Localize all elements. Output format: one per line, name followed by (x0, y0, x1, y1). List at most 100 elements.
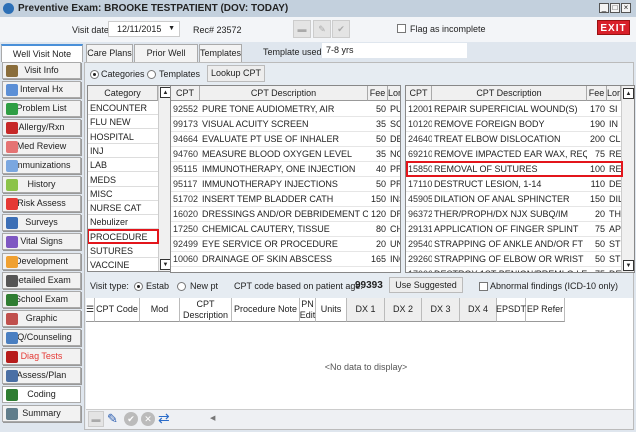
column-header-pn-edit[interactable]: PN Edit (300, 298, 316, 322)
column-header-dx-2[interactable]: DX 2 (385, 298, 422, 322)
cpt-row[interactable]: 51702INSERT TEMP BLADDER CATH 150 INS (171, 192, 400, 207)
cpt-row[interactable]: 95115 IMMUNOTHERAPY, ONE INJECTION 40 PR (171, 162, 400, 177)
minus-icon[interactable]: ▬ (293, 20, 311, 38)
column-header-fee[interactable]: Fee (368, 86, 388, 101)
sidebar-item-graphic[interactable]: Graphic (2, 309, 81, 327)
row-selector-icon[interactable]: ☰ (86, 298, 95, 322)
category-item[interactable]: MEDS (88, 173, 158, 187)
sidebar-item-coding[interactable]: Coding (2, 385, 81, 403)
check-icon[interactable]: ✔ (124, 412, 138, 426)
cpt-row[interactable]: 29260 STRAPPING OF ELBOW OR WRIST 50 ST (406, 252, 621, 267)
visit-date-field[interactable]: 12/11/2015 ▼ (108, 21, 180, 37)
cpt-row[interactable]: 96372 THER/PROPH/DX NJX SUBQ/IM 20 TH (406, 207, 621, 222)
scroll-down-arrow[interactable]: ▼ (623, 260, 634, 271)
column-header-dx-4[interactable]: DX 4 (460, 298, 497, 322)
minus-icon[interactable]: ▬ (88, 411, 104, 427)
category-item[interactable]: ENCOUNTER (88, 101, 158, 115)
sidebar-item-risk-assess[interactable]: Risk Assess (2, 195, 81, 213)
category-item[interactable]: INJ (88, 144, 158, 158)
cancel-icon[interactable]: ✕ (141, 412, 155, 426)
categories-radio[interactable] (90, 70, 99, 79)
check-icon[interactable]: ✔ (332, 20, 350, 38)
chevron-down-icon[interactable]: ▼ (168, 22, 175, 36)
cpt-row[interactable]: 94760MEASURE BLOOD OXYGEN LEVEL 35 NO (171, 147, 400, 162)
new-pt-radio[interactable] (177, 282, 186, 291)
cpt-row[interactable]: 17250CHEMICAL CAUTERY, TISSUE 80 CH (171, 222, 400, 237)
column-header-dx-1[interactable]: DX 1 (347, 298, 385, 322)
sidebar-item-summary[interactable]: Summary (2, 404, 81, 422)
cpt-row[interactable]: 94664EVALUATE PT USE OF INHALER 50 DE (171, 132, 400, 147)
exit-button[interactable]: EXIT (597, 20, 630, 35)
sidebar-item-problem-list[interactable]: Problem List (2, 100, 81, 118)
column-header-desc[interactable]: CPT Description (200, 86, 368, 101)
cpt-row[interactable]: 69210 REMOVE IMPACTED EAR WAX, REQ 75 RE (406, 147, 621, 162)
cpt-row[interactable]: 29540 STRAPPING OF ANKLE AND/OR FT 50 ST (406, 237, 621, 252)
cpt-row[interactable]: 17000DESTROY 1ST BENIGN/PREMLG LESION75D… (406, 267, 621, 272)
column-header-procedure-note[interactable]: Procedure Note (232, 298, 300, 322)
cpt-row[interactable]: 95117 IMMUNOTHERAPY INJECTIONS 50 PR (171, 177, 400, 192)
category-item[interactable]: LAB (88, 158, 158, 173)
tab-templates[interactable]: Templates (199, 44, 242, 62)
sidebar-item-aq-counseling[interactable]: AQ/Counseling (2, 328, 81, 346)
cpt-scrollbar[interactable]: ▲ ▼ (621, 86, 634, 272)
close-button[interactable]: × (621, 3, 631, 13)
sidebar-item-detailed-exam[interactable]: Detailed Exam (2, 271, 81, 289)
scroll-up-arrow[interactable]: ▲ (623, 88, 634, 99)
sidebar-item-vital-signs[interactable]: Vital Signs (2, 233, 81, 251)
tab-well-visit-note-editor[interactable]: Well Visit Note Editor (1, 44, 83, 76)
column-header-cpt-code[interactable]: CPT Code (95, 298, 140, 322)
tab-care-plans[interactable]: Care Plans (86, 44, 133, 62)
cpt-row[interactable]: 16020 DRESSINGS AND/OR DEBRIDEMENT OF 120 D… (171, 207, 400, 222)
sidebar-item-surveys[interactable]: Surveys (2, 214, 81, 232)
sidebar-item-diag-tests[interactable]: Diag Tests (2, 347, 81, 365)
sidebar-item-allergy-rxn[interactable]: Allergy/Rxn (2, 119, 81, 137)
sidebar-item-school-exam[interactable]: School Exam (2, 290, 81, 308)
category-item[interactable]: SUTURES (88, 244, 158, 258)
pencil-icon[interactable]: ✎ (313, 20, 331, 38)
templates-radio[interactable] (147, 70, 156, 79)
category-item[interactable]: MISC (88, 187, 158, 201)
abnormal-findings-checkbox[interactable] (479, 282, 488, 291)
column-header-mod[interactable]: Mod (140, 298, 180, 322)
cpt-row[interactable]: 29131 APPLICATION OF FINGER SPLINT 75 AP (406, 222, 621, 237)
column-header-lor[interactable]: Lor (607, 86, 621, 101)
category-item[interactable]: VACCINE (88, 258, 158, 271)
category-item[interactable]: Nebulizer (88, 215, 158, 230)
cpt-row[interactable]: 10060DRAINAGE OF SKIN ABSCESS 165 INC (171, 252, 400, 267)
column-header-units[interactable]: Units (316, 298, 347, 322)
column-header-cpt[interactable]: CPT (171, 86, 200, 101)
column-header-fee[interactable]: Fee (587, 86, 607, 101)
category-header[interactable]: Category (88, 86, 158, 101)
sidebar-item-assess-plan[interactable]: Assess/Plan (2, 366, 81, 384)
sidebar-item-med-review[interactable]: Med Review (2, 138, 81, 156)
estab-radio[interactable] (134, 282, 143, 291)
column-header-dx-3[interactable]: DX 3 (422, 298, 460, 322)
cpt-row[interactable]: 45905DILATION OF ANAL SPHINCTER 150 DIL (406, 192, 621, 207)
minimize-button[interactable]: _ (599, 3, 609, 13)
column-header-lor[interactable]: Lor (388, 86, 400, 101)
sidebar-item-history[interactable]: History (2, 176, 81, 194)
category-item[interactable]: HOSPITAL (88, 130, 158, 144)
cpt-row[interactable]: 17110 DESTRUCT LESION, 1-14 110 DE (406, 177, 621, 192)
sidebar-item-interval-hx[interactable]: Interval Hx (2, 81, 81, 99)
cpt-row[interactable]: 12001 REPAIR SUPERFICIAL WOUND(S) 170 SI (406, 102, 621, 117)
column-header-cpt-description[interactable]: CPT Description (180, 298, 232, 322)
category-item[interactable]: NURSE CAT (88, 201, 158, 216)
category-item[interactable]: FLU NEW (88, 115, 158, 130)
cpt-row[interactable]: 10120 REMOVE FOREIGN BODY 190 IN (406, 117, 621, 132)
cpt-row[interactable]: 24640 TREAT ELBOW DISLOCATION 200 CL (406, 132, 621, 147)
cpt-row[interactable]: 99173VISUAL ACUITY SCREEN 35 SC (171, 117, 400, 132)
cpt-row[interactable]: 92552PURE TONE AUDIOMETRY, AIR 50 PU (171, 102, 400, 117)
column-header-ep-refer[interactable]: EP Refer (526, 298, 565, 322)
sidebar-item-immunizations[interactable]: Immunizations (2, 157, 81, 175)
flag-incomplete-checkbox[interactable] (397, 24, 406, 33)
cpt-row[interactable]: 92499EYE SERVICE OR PROCEDURE 20 UN (171, 237, 400, 252)
lookup-cpt-button[interactable]: Lookup CPT (207, 65, 265, 82)
sidebar-item-visit-info[interactable]: Visit Info (2, 62, 81, 79)
pencil-icon[interactable]: ✎ (107, 411, 118, 427)
column-header-cpt[interactable]: CPT (406, 86, 432, 101)
maximize-button[interactable]: □ (610, 3, 620, 13)
refresh-icon[interactable]: ⇄ (158, 410, 170, 427)
scroll-left-arrow[interactable]: ◀ (210, 414, 215, 422)
sidebar-item-development[interactable]: Development (2, 252, 81, 270)
